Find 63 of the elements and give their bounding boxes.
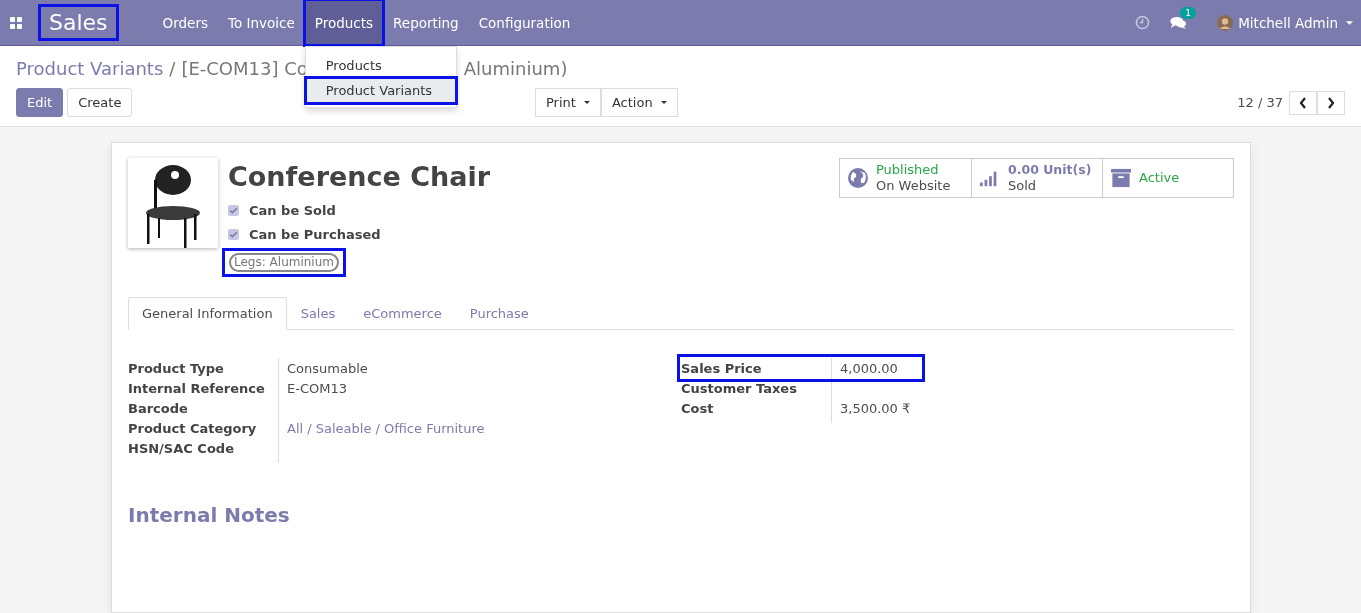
archive-icon (1111, 168, 1131, 188)
message-count-badge: 1 (1180, 6, 1196, 19)
field-value: Consumable (287, 361, 368, 376)
smart-button[interactable]: Active (1102, 159, 1233, 197)
clock-icon[interactable] (1135, 15, 1151, 30)
pager-counter: 12 / 37 (1237, 95, 1283, 110)
create-button[interactable]: Create (67, 88, 133, 117)
menu-item[interactable]: To Invoice (217, 0, 305, 45)
field-label: Customer Taxes (681, 380, 798, 398)
dropdown-item[interactable]: Product Variants (305, 78, 456, 103)
checkbox[interactable] (228, 204, 239, 216)
field-label: Internal Reference (128, 380, 266, 398)
apps-menu-icon[interactable] (10, 16, 22, 29)
user-name[interactable]: Mitchell Admin (1238, 14, 1338, 31)
globe-icon (848, 168, 868, 188)
tab[interactable]: General Information (128, 297, 287, 330)
smart-button-caption: On Website (876, 178, 951, 194)
field-label: Sales Price (681, 360, 763, 378)
field-value: 4,000.00 (840, 361, 898, 376)
menu-item[interactable]: Products (304, 0, 384, 45)
product-name: Conference Chair (228, 161, 491, 192)
smart-button[interactable]: 0.00 Unit(s) Sold (971, 159, 1102, 197)
field-value: 3,500.00 ₹ (840, 401, 911, 416)
checkbox[interactable] (228, 228, 239, 240)
field-label: Product Type (128, 360, 225, 378)
previous-button[interactable] (1289, 90, 1317, 115)
edit-button[interactable]: Edit (16, 88, 64, 117)
breadcrumb-link[interactable]: Product Variants (16, 58, 164, 79)
tab[interactable]: Sales (286, 297, 350, 330)
checkbox-label: Can be Sold (249, 202, 336, 218)
breadcrumb-current: Aluminium) (463, 58, 568, 79)
tab[interactable]: eCommerce (349, 297, 456, 330)
smart-button[interactable]: Published On Website (840, 159, 971, 197)
smart-button-status: Active (1139, 170, 1180, 186)
smart-button-status: Published (876, 162, 940, 178)
field-label: HSN/SAC Code (128, 440, 235, 458)
attribute-tag: Legs: Aluminium (229, 253, 339, 272)
action-dropdown-button[interactable]: Print (535, 88, 601, 117)
field-label: Product Category (128, 420, 258, 438)
chat-icon[interactable] (1170, 15, 1188, 30)
menu-item[interactable]: Orders (152, 0, 218, 45)
field-value: E-COM13 (287, 381, 347, 396)
field-label: Cost (681, 400, 715, 418)
dropdown-item[interactable]: Products (305, 53, 456, 78)
smart-button-caption: Sold (1008, 178, 1038, 194)
checkbox-label: Can be Purchased (249, 226, 381, 242)
field-link[interactable]: All / Saleable / Office Furniture (287, 421, 485, 436)
menu-item[interactable]: Configuration (468, 0, 581, 45)
action-dropdown-button[interactable]: Action (600, 88, 678, 117)
avatar-icon[interactable] (1217, 14, 1234, 31)
caret-icon (583, 101, 590, 104)
chevron-left-icon (1299, 96, 1307, 109)
field-label: Barcode (128, 400, 189, 418)
app-name[interactable]: Sales (40, 6, 117, 39)
sold-quantity: 0.00 Unit(s) (1008, 162, 1092, 178)
tab[interactable]: Purchase (455, 297, 543, 330)
section-title: Internal Notes (128, 503, 291, 527)
menu-item[interactable]: Reporting (383, 0, 469, 45)
chevron-right-icon (1327, 96, 1335, 109)
next-button[interactable] (1317, 90, 1345, 115)
breadcrumb-separator: / (169, 58, 176, 79)
caret-icon[interactable] (1346, 20, 1353, 25)
caret-icon (660, 101, 667, 104)
